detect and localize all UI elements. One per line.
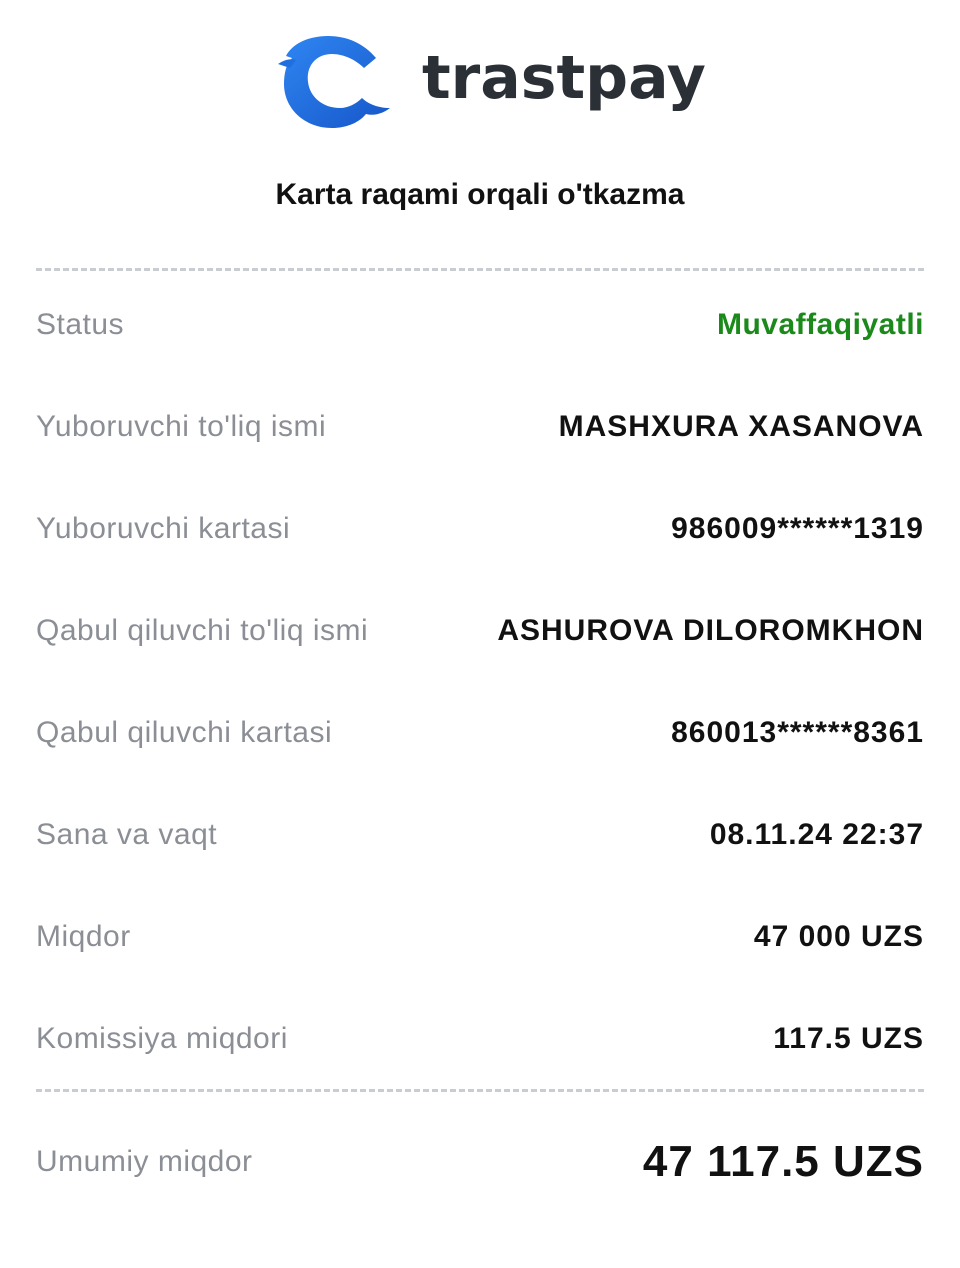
- commission-value: 117.5 UZS: [773, 1022, 924, 1055]
- row-commission: Komissiya miqdori 117.5 UZS: [36, 988, 924, 1090]
- status-value: Muvaffaqiyatli: [716, 308, 924, 341]
- page-title: Karta raqami orqali o'tkazma: [275, 178, 685, 211]
- total-label: Umumiy miqdor: [36, 1145, 253, 1178]
- datetime-label: Sana va vaqt: [36, 818, 218, 851]
- row-datetime: Sana va vaqt 08.11.24 22:37: [36, 784, 924, 886]
- row-amount: Miqdor 47 000 UZS: [36, 886, 924, 988]
- divider-top: [36, 268, 924, 271]
- sender-card-label: Yuboruvchi kartasi: [36, 512, 291, 545]
- row-total: Umumiy miqdor 47 117.5 UZS: [36, 1112, 924, 1212]
- recipient-card-label: Qabul qiluvchi kartasi: [36, 716, 333, 749]
- amount-value: 47 000 UZS: [753, 920, 924, 953]
- row-sender-card: Yuboruvchi kartasi 986009******1319: [36, 478, 924, 580]
- divider-bottom: [36, 1089, 924, 1092]
- recipient-name-label: Qabul qiluvchi to'liq ismi: [36, 614, 369, 647]
- status-label: Status: [36, 308, 125, 341]
- row-recipient-name: Qabul qiluvchi to'liq ismi ASHUROVA DILO…: [36, 580, 924, 682]
- recipient-card-value: 860013******8361: [671, 716, 924, 749]
- recipient-name-value: ASHUROVA DILOROMKHON: [497, 614, 924, 647]
- receipt-details: Status Muvaffaqiyatli Yuboruvchi to'liq …: [36, 274, 924, 1090]
- sender-name-value: MASHXURA XASANOVA: [558, 410, 924, 443]
- brand-logo: trastpay: [278, 34, 706, 130]
- commission-label: Komissiya miqdori: [36, 1022, 288, 1055]
- row-status: Status Muvaffaqiyatli: [36, 274, 924, 376]
- row-sender-name: Yuboruvchi to'liq ismi MASHXURA XASANOVA: [36, 376, 924, 478]
- sender-name-label: Yuboruvchi to'liq ismi: [36, 410, 327, 443]
- sender-card-value: 986009******1319: [671, 512, 924, 545]
- brand-name: trastpay: [422, 43, 706, 113]
- row-recipient-card: Qabul qiluvchi kartasi 860013******8361: [36, 682, 924, 784]
- amount-label: Miqdor: [36, 920, 131, 953]
- datetime-value: 08.11.24 22:37: [709, 818, 924, 851]
- dolphin-logo-icon: [278, 36, 390, 128]
- total-value: 47 117.5 UZS: [642, 1137, 924, 1186]
